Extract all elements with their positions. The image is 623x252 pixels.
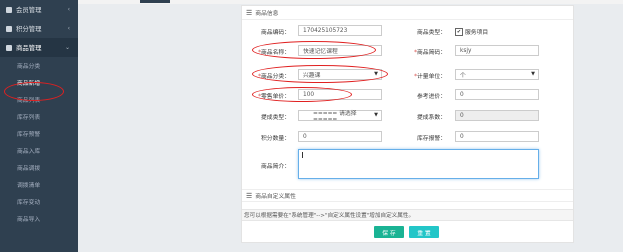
stock-warning-input[interactable]: 0: [455, 131, 539, 142]
code-input[interactable]: 170425105723: [298, 25, 382, 36]
check-icon: ✔: [455, 27, 463, 36]
sidebar-group-points[interactable]: 积分管理 ‹: [0, 19, 78, 38]
description-textarea[interactable]: [298, 149, 539, 179]
sidebar: 会员管理 ‹ 积分管理 ‹ 商品管理 ⌄ 商品分类 商品新增 商品列表 库存列表…: [0, 0, 78, 252]
sidebar-group-members[interactable]: 会员管理 ‹: [0, 0, 78, 19]
sidebar-item-stock-in[interactable]: 商品入库: [0, 142, 78, 159]
sidebar-item-import[interactable]: 商品导入: [0, 210, 78, 227]
chevron-left-icon: ‹: [67, 25, 70, 32]
cost-input[interactable]: 0: [455, 89, 539, 100]
shortcode-label: *商品简码：: [414, 50, 446, 56]
sidebar-item-category[interactable]: 商品分类: [0, 57, 78, 74]
top-strip: [78, 0, 623, 4]
product-form-panel: ☰ 商品信息 商品编码： 170425105723 商品类型： ✔ 服务项目 *…: [241, 5, 574, 243]
sidebar-item-stock-change[interactable]: 库存变动: [0, 193, 78, 210]
annotation-circle-add-product: [4, 82, 64, 101]
dropdown-arrow-icon: ▼: [374, 112, 378, 118]
annotation-circle-name: [252, 41, 376, 59]
active-tab-marker: [140, 0, 170, 3]
custom-attribute-hint: 您可以根据需要在"系统管理"-->"自定义属性设置"增加自定义属性。: [242, 209, 573, 221]
section-header-info: ☰ 商品信息: [242, 6, 573, 20]
points-input[interactable]: 0: [298, 131, 382, 142]
sidebar-group-label: 积分管理: [16, 25, 42, 33]
service-checkbox[interactable]: ✔ 服务项目: [455, 27, 488, 36]
description-label: 商品简介：: [261, 164, 290, 170]
type-label: 商品类型：: [417, 30, 446, 36]
annotation-circle-category: [252, 65, 388, 83]
unit-label: *计量单位：: [414, 74, 446, 80]
sidebar-item-transfer-list[interactable]: 调拨清单: [0, 176, 78, 193]
dropdown-arrow-icon: ▼: [531, 71, 535, 77]
chevron-down-icon: ⌄: [64, 44, 70, 51]
commission-rate-input[interactable]: 0: [455, 110, 539, 121]
reset-button[interactable]: 重 置: [409, 226, 439, 238]
stock-warning-label: 库存报警：: [417, 136, 446, 142]
menu-icon: ☰: [246, 191, 253, 200]
chevron-left-icon: ‹: [67, 6, 70, 13]
save-button[interactable]: 保 存: [374, 226, 404, 238]
sidebar-group-label: 会员管理: [16, 6, 42, 14]
text-caret: [302, 152, 303, 158]
unit-select[interactable]: 个 ▼: [455, 69, 539, 80]
commission-rate-label: 提成系数：: [417, 115, 446, 121]
sidebar-group-label: 商品管理: [16, 44, 42, 52]
section-header-custom: ☰ 商品自定义属性: [242, 189, 573, 202]
code-label: 商品编码：: [261, 30, 290, 36]
cost-label: 参考进价：: [417, 94, 446, 100]
shortcode-input[interactable]: ksjy: [455, 45, 539, 56]
products-icon: [6, 44, 12, 51]
points-label: 积分数量：: [261, 136, 290, 142]
sidebar-item-transfer[interactable]: 商品调拨: [0, 159, 78, 176]
annotation-circle-price: [252, 87, 352, 102]
sidebar-item-stock-list[interactable]: 库存列表: [0, 108, 78, 125]
commission-type-label: 提成类型：: [261, 115, 290, 121]
commission-type-select[interactable]: ===== 请选择 ===== ▼: [298, 110, 382, 123]
sidebar-group-products[interactable]: 商品管理 ⌄: [0, 38, 78, 57]
points-icon: [6, 25, 12, 32]
menu-icon: ☰: [246, 8, 253, 17]
sidebar-item-stock-warning[interactable]: 库存预警: [0, 125, 78, 142]
members-icon: [6, 6, 12, 13]
